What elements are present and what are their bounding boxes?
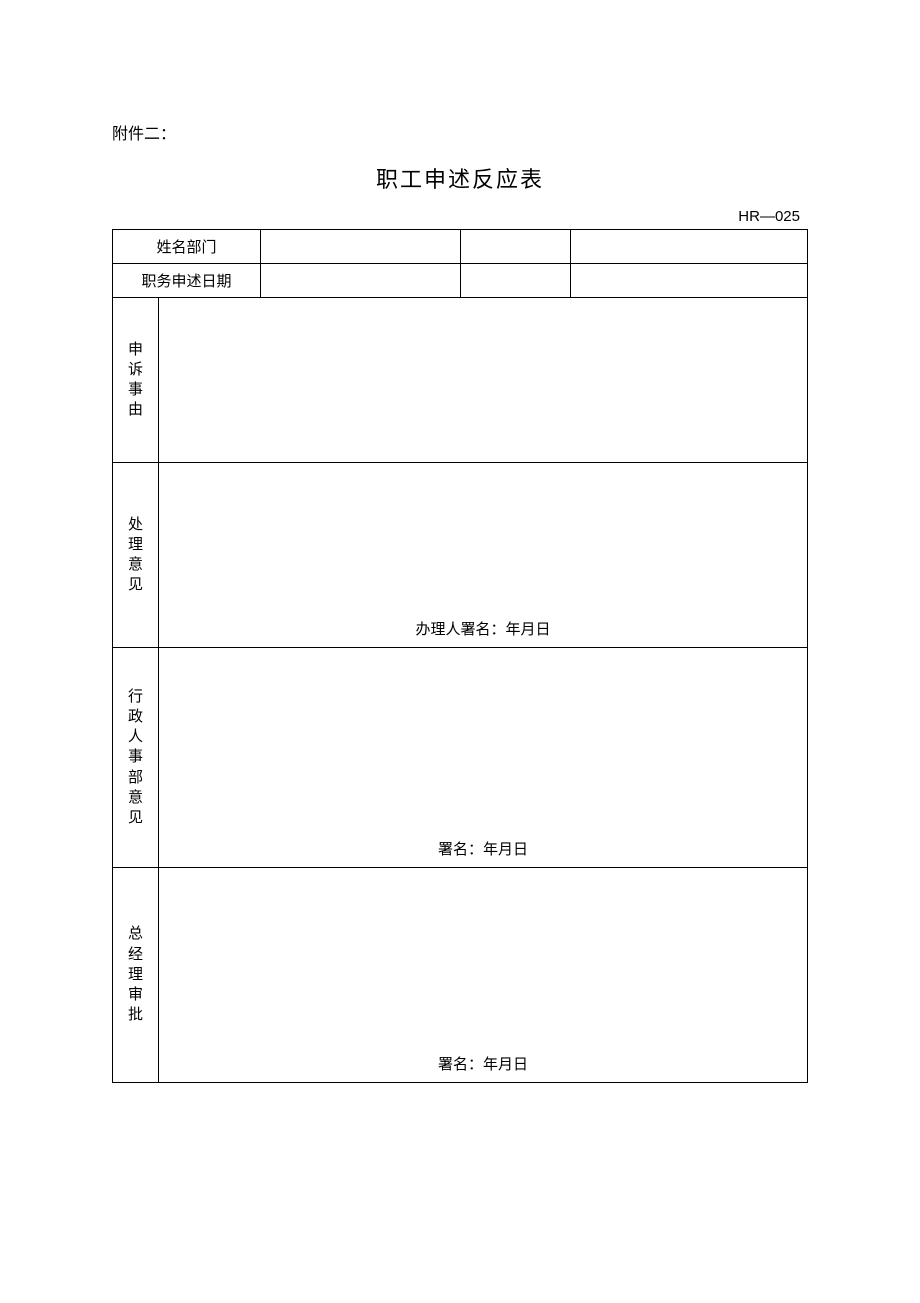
label-opinion: 处 理 意 见: [113, 463, 159, 648]
form-table: 姓名部门 职务申述日期 申 诉 事 由: [112, 229, 808, 1083]
char: 经: [128, 945, 143, 965]
section-opinion: 处 理 意 见 办理人署名：年月日: [113, 463, 808, 648]
label-position-date: 职务申述日期: [113, 264, 261, 298]
header-row-1: 姓名部门: [113, 230, 808, 264]
attachment-label: 附件二：: [112, 120, 808, 144]
input-date[interactable]: [571, 264, 808, 298]
label-gm: 总 经 理 审 批: [113, 868, 159, 1083]
char: 申: [128, 340, 143, 360]
char: 部: [128, 768, 143, 788]
section-reason: 申 诉 事 由: [113, 298, 808, 463]
field-reason[interactable]: [159, 298, 808, 463]
char: 意: [128, 555, 143, 575]
char: 批: [128, 1005, 143, 1025]
field-gm[interactable]: 署名：年月日: [159, 868, 808, 1083]
char: 事: [128, 380, 143, 400]
section-gm: 总 经 理 审 批 署名：年月日: [113, 868, 808, 1083]
char: 总: [128, 924, 143, 944]
input-mid-2[interactable]: [461, 264, 571, 298]
signature-gm: 署名：年月日: [159, 1053, 807, 1074]
char: 审: [128, 985, 143, 1005]
label-reason: 申 诉 事 由: [113, 298, 159, 463]
char: 事: [128, 747, 143, 767]
field-opinion[interactable]: 办理人署名：年月日: [159, 463, 808, 648]
signature-hr: 署名：年月日: [159, 838, 807, 859]
char: 理: [128, 965, 143, 985]
field-hr[interactable]: 署名：年月日: [159, 648, 808, 868]
input-position[interactable]: [261, 264, 461, 298]
page-title: 职工申述反应表: [112, 162, 808, 194]
char: 行: [128, 687, 143, 707]
char: 诉: [128, 360, 143, 380]
label-name-dept: 姓名部门: [113, 230, 261, 264]
input-name[interactable]: [261, 230, 461, 264]
form-code: HR—025: [112, 208, 808, 225]
header-row-2: 职务申述日期: [113, 264, 808, 298]
input-dept[interactable]: [571, 230, 808, 264]
char: 人: [128, 727, 143, 747]
char: 见: [128, 575, 143, 595]
page: 附件二： 职工申述反应表 HR—025 姓名部门 职务申述日期 申 诉 事 由: [0, 0, 920, 1303]
char: 理: [128, 535, 143, 555]
input-mid-1[interactable]: [461, 230, 571, 264]
char: 处: [128, 515, 143, 535]
char: 政: [128, 707, 143, 727]
char: 由: [128, 400, 143, 420]
section-hr: 行 政 人 事 部 意 见 署名：年月日: [113, 648, 808, 868]
char: 见: [128, 808, 143, 828]
signature-opinion: 办理人署名：年月日: [159, 618, 807, 639]
label-hr: 行 政 人 事 部 意 见: [113, 648, 159, 868]
char: 意: [128, 788, 143, 808]
